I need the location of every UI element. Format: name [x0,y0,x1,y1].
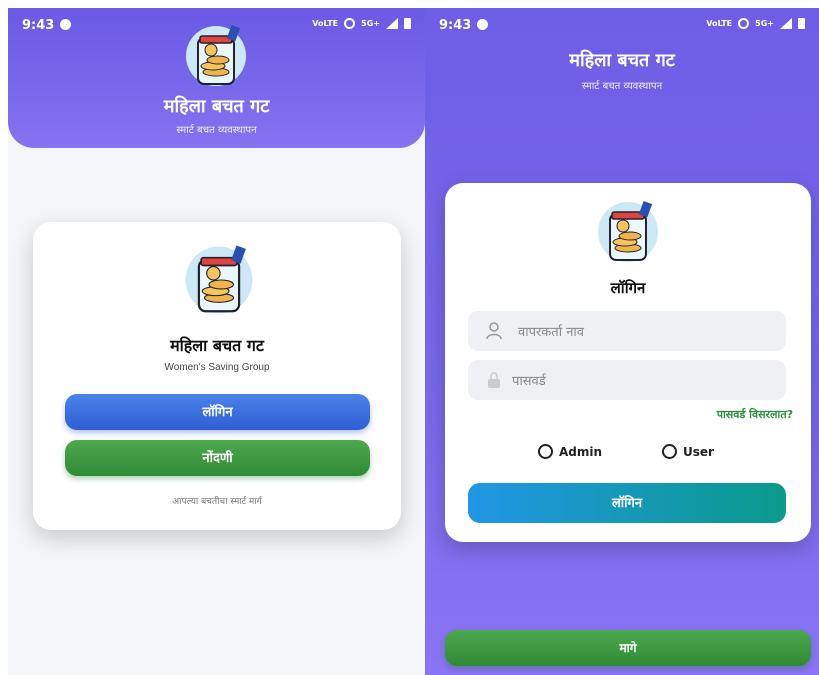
piggy-jar-logo [186,25,246,86]
app-title: महिला बचत गट [569,50,675,71]
status-time: 9:43 [439,18,472,33]
volte-label: VoLTE [706,19,733,28]
status-time: 9:43 [22,18,55,33]
piggy-jar-logo [598,201,658,262]
app-subtitle: स्मार्ट बचत व्यवस्थापन [176,125,257,136]
radio-circle-icon [538,444,553,459]
role-admin-radio[interactable]: Admin [538,444,602,459]
hotspot-icon [738,18,750,29]
role-user-radio[interactable]: User [662,444,714,459]
back-button[interactable]: मागे [445,630,811,666]
battery-icon [404,18,411,29]
status-bar: 9:43 VoLTE 5G+ [425,8,819,38]
signal-icon [386,18,398,29]
username-placeholder: वापरकर्ता नाव [518,325,584,340]
whatsapp-icon [60,19,71,30]
tagline: आपल्या बचतीचा स्मार्ट मार्ग [172,497,262,507]
username-field[interactable]: वापरकर्ता नाव [468,311,786,351]
login-screen: 9:43 VoLTE 5G+ महिला बचत गट स्मार्ट बचत … [425,8,819,675]
register-button[interactable]: नोंदणी [65,440,370,476]
login-heading: लॉगिन [610,279,646,297]
network-label: 5G+ [361,19,380,28]
signal-icon [780,18,792,29]
login-submit-button[interactable]: लॉगिन [468,483,786,523]
welcome-card: महिला बचत गट Women's Saving Group लॉगिन … [33,222,401,530]
welcome-screen: 9:43 VoLTE 5G+ महिला बचत गट स्मार्ट बचत … [8,8,425,675]
battery-icon [798,18,805,29]
forgot-password-link[interactable]: पासवर्ड विसरलात? [717,407,793,422]
radio-circle-icon [662,444,677,459]
volte-label: VoLTE [312,19,339,28]
card-title: महिला बचत गट [170,336,264,355]
login-button[interactable]: लॉगिन [65,394,370,430]
network-label: 5G+ [755,19,774,28]
hotspot-icon [344,18,356,29]
user-icon [486,322,502,340]
piggy-jar-logo [185,245,253,314]
role-admin-label: Admin [559,444,603,459]
app-title: महिला बचत गट [163,96,270,117]
password-placeholder: पासवर्ड [512,374,546,389]
role-user-label: User [683,444,714,459]
password-field[interactable]: पासवर्ड [468,360,786,400]
app-subtitle: स्मार्ट बचत व्यवस्थापन [581,81,663,92]
card-subtitle: Women's Saving Group [164,362,270,373]
lock-icon [488,372,500,388]
whatsapp-icon [477,19,488,30]
login-card: लॉगिन वापरकर्ता नाव पासवर्ड पासवर्ड विसर… [445,183,811,542]
